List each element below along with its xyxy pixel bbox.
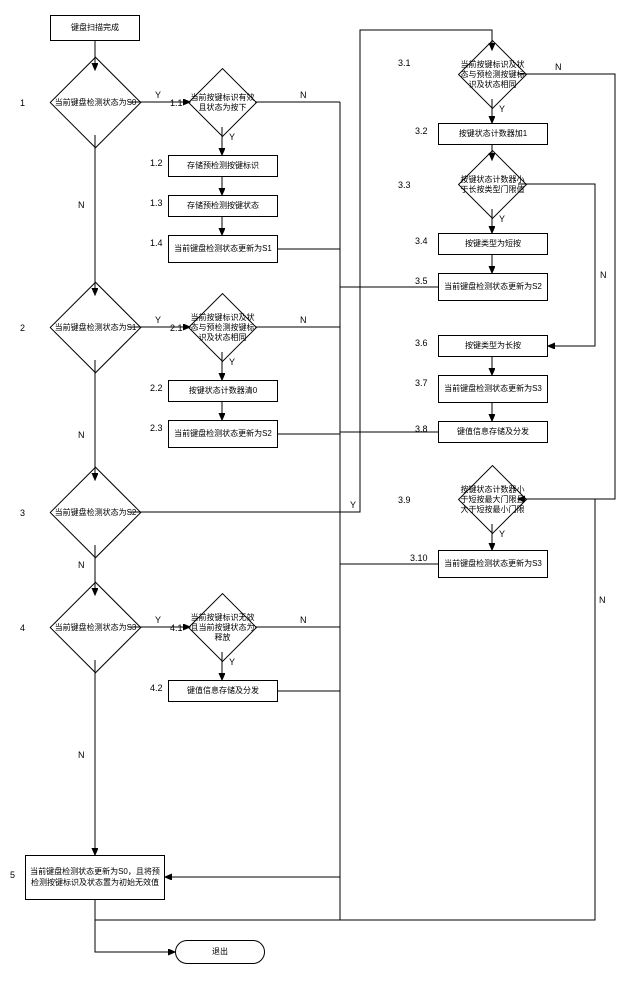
d3-3-N: N xyxy=(600,270,607,280)
d2-1-text: 当前按键标识及状态与预检测按键标识及状态相同 xyxy=(188,303,257,352)
n2-3: 2.3 xyxy=(150,423,163,433)
d2-1-Y: Y xyxy=(229,357,235,367)
d3-1-N: N xyxy=(555,62,562,72)
n2-2: 2.2 xyxy=(150,383,163,393)
d4-1: 当前按键标识无效且当前按键状态为释放 xyxy=(198,603,247,652)
d1-text: 当前键盘检测状态为S0 xyxy=(50,70,141,135)
d1-1-N: N xyxy=(300,90,307,100)
n5: 5 xyxy=(10,870,15,880)
d3-3: 按键状态计数器小于长按类型门限值 xyxy=(468,160,517,209)
d3-text: 当前键盘检测状态为S2 xyxy=(50,480,141,545)
b3-8: 键值信息存储及分发 xyxy=(438,421,548,443)
d3: 当前键盘检测状态为S2 xyxy=(63,480,128,545)
n1-1: 1.1 xyxy=(170,98,183,108)
d1-N: N xyxy=(78,200,85,210)
n3-9: 3.9 xyxy=(398,495,411,505)
n3-3: 3.3 xyxy=(398,180,411,190)
n2: 2 xyxy=(20,323,25,333)
d1-1-Y: Y xyxy=(229,132,235,142)
end: 退出 xyxy=(175,940,265,964)
d3-9: 按键状态计数器小于短按最大门限且大于短按最小门限 xyxy=(468,475,517,524)
b4-2: 键值信息存储及分发 xyxy=(168,680,278,702)
d3-9-Y: Y xyxy=(499,529,505,539)
d1-1-text: 当前按键标识有效且状态为按下 xyxy=(188,78,257,127)
d4-Y: Y xyxy=(155,615,161,625)
n3-10: 3.10 xyxy=(410,553,428,563)
d4-1-Y: Y xyxy=(229,657,235,667)
n3-2: 3.2 xyxy=(415,126,428,136)
n3-8: 3.8 xyxy=(415,424,428,434)
n1: 1 xyxy=(20,98,25,108)
n3-7: 3.7 xyxy=(415,378,428,388)
d2-1-N: N xyxy=(300,315,307,325)
n3-1: 3.1 xyxy=(398,58,411,68)
d4-1-text: 当前按键标识无效且当前按键状态为释放 xyxy=(188,603,257,652)
n2-1: 2.1 xyxy=(170,323,183,333)
n3-5: 3.5 xyxy=(415,276,428,286)
b3-4: 按键类型为短按 xyxy=(438,233,548,255)
n4-2: 4.2 xyxy=(150,683,163,693)
n4-1: 4.1 xyxy=(170,623,183,633)
d3-Y: Y xyxy=(350,500,356,510)
d3-N: N xyxy=(78,560,85,570)
d3-3-text: 按键状态计数器小于长按类型门限值 xyxy=(458,160,527,209)
n1-2: 1.2 xyxy=(150,158,163,168)
b2-2: 按键状态计数器清0 xyxy=(168,380,278,402)
n3: 3 xyxy=(20,508,25,518)
d4-text: 当前键盘检测状态为S3 xyxy=(50,595,141,660)
d3-1: 当前按键标识及状态与预检测按键标识及状态相同 xyxy=(468,50,517,99)
d4: 当前键盘检测状态为S3 xyxy=(63,595,128,660)
d4-1-N: N xyxy=(300,615,307,625)
b1-2: 存储预检测按键标识 xyxy=(168,155,278,177)
d2-1: 当前按键标识及状态与预检测按键标识及状态相同 xyxy=(198,303,247,352)
b1-4: 当前键盘检测状态更新为S1 xyxy=(168,235,278,263)
n3-4: 3.4 xyxy=(415,236,428,246)
b5: 当前键盘检测状态更新为S0，且将预检测按键标识及状态置为初始无效值 xyxy=(25,855,165,900)
d4-N: N xyxy=(78,750,85,760)
b3-2: 按键状态计数器加1 xyxy=(438,123,548,145)
d3-1-text: 当前按键标识及状态与预检测按键标识及状态相同 xyxy=(458,50,527,99)
d2-N: N xyxy=(78,430,85,440)
d2-text: 当前键盘检测状态为S1 xyxy=(50,295,141,360)
b3-7: 当前键盘检测状态更新为S3 xyxy=(438,375,548,403)
d2-Y: Y xyxy=(155,315,161,325)
b3-5: 当前键盘检测状态更新为S2 xyxy=(438,273,548,301)
d1: 当前键盘检测状态为S0 xyxy=(63,70,128,135)
b3-6: 按键类型为长按 xyxy=(438,335,548,357)
b1-3: 存储预检测按键状态 xyxy=(168,195,278,217)
d1-1: 当前按键标识有效且状态为按下 xyxy=(198,78,247,127)
d3-3-Y: Y xyxy=(499,214,505,224)
d3-9-N: N xyxy=(599,595,606,605)
d2: 当前键盘检测状态为S1 xyxy=(63,295,128,360)
n1-4: 1.4 xyxy=(150,238,163,248)
d3-9-text: 按键状态计数器小于短按最大门限且大于短按最小门限 xyxy=(458,475,527,524)
d3-1-Y: Y xyxy=(499,104,505,114)
b2-3: 当前键盘检测状态更新为S2 xyxy=(168,420,278,448)
start: 键盘扫描完成 xyxy=(50,15,140,41)
n3-6: 3.6 xyxy=(415,338,428,348)
d1-Y: Y xyxy=(155,90,161,100)
n4: 4 xyxy=(20,623,25,633)
n1-3: 1.3 xyxy=(150,198,163,208)
b3-10: 当前键盘检测状态更新为S3 xyxy=(438,550,548,578)
